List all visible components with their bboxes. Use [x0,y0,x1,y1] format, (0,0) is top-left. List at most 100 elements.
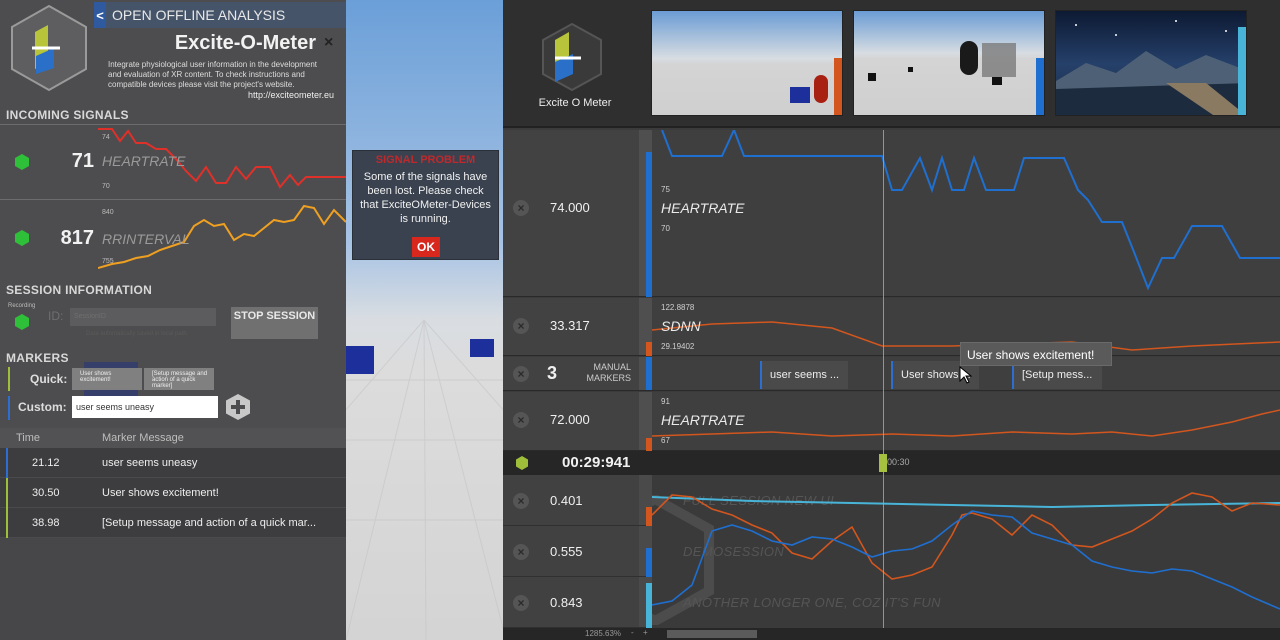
custom-color-bar [8,396,10,420]
thumbnail-progress [834,57,842,115]
app-description: Integrate physiological user information… [108,60,318,89]
row-time: 30.50 [32,487,60,499]
scene-thumbnail[interactable] [1055,10,1247,116]
viewer-logo-label: Excite O Meter [538,97,612,109]
remove-lane-icon[interactable]: × [513,318,529,334]
quick-marker-button[interactable]: User shows excitement! [72,368,142,390]
row-message: [Setup message and action of a quick mar… [102,517,317,529]
lane-tick-high: 122.8878 [661,303,695,312]
table-row[interactable]: 21.12 user seems uneasy [0,448,346,478]
remove-lane-icon[interactable]: × [513,200,529,216]
add-marker-icon[interactable] [226,394,250,420]
heartrate-lane-plot [661,130,1280,291]
session-id-input[interactable]: SessionID [70,308,216,326]
row-color-bar [6,508,8,538]
lane-tick-high: 75 [661,185,670,194]
session-comparison-area: × 0.401 × 0.555 × 0.843 FULL SESSION NEW… [503,475,1280,628]
remove-session-icon[interactable]: × [513,595,529,611]
scene-thumbnail-image [652,11,842,115]
signal-lane-heartrate: × 74.000 75 HEARTRATE 70 [503,130,1280,297]
custom-marker-input[interactable]: user seems uneasy [72,396,218,418]
viewer-header: Excite O Meter [503,0,1280,128]
vr-scene-view: SIGNAL PROBLEM Some of the signals have … [346,0,503,640]
dialog-title: SIGNAL PROBLEM [375,154,476,166]
heartrate-2-lane-plot [652,409,1280,437]
dialog-message: Some of the signals have been lost. Plea… [360,171,491,225]
session-value: 0.843 [550,595,583,610]
lane-tick-low: 67 [661,436,670,445]
remove-session-icon[interactable]: × [513,493,529,509]
marker-chip-text: user seems ... [770,369,840,381]
row-message: user seems uneasy [102,457,198,469]
row-time: 21.12 [32,457,60,469]
session-row[interactable]: × 0.843 [503,577,652,628]
markers-count: 3 [547,363,558,383]
scene-floor-grid [346,319,503,640]
offline-analysis-viewer: Excite O Meter × 74.000 75 HEARTRATE 70 … [503,0,1280,640]
timeline-cursor-label: 00:30 [887,457,910,467]
row-color-bar [6,448,8,478]
excite-o-meter-panel: < OPEN OFFLINE ANALYSIS Excite-O-Meter ×… [0,0,346,640]
thumbnail-progress [1036,57,1044,115]
session-value: 0.401 [550,493,583,508]
recording-status-icon [15,314,29,330]
scene-thumbnail[interactable] [853,10,1045,116]
row-color-bar [6,478,8,508]
session-row[interactable]: × 0.555 [503,526,652,577]
quick-color-bar [8,367,10,391]
viewer-status-bar: 1285.63% - + [503,628,1280,640]
mouse-cursor-icon [959,366,973,384]
session-information-title: SESSION INFORMATION [6,283,153,297]
zoom-level: 1285.63% [585,629,622,638]
session-row[interactable]: × 0.401 [503,475,652,526]
recording-label: Recording [8,303,36,309]
zoom-in-button[interactable]: + [643,628,648,637]
excite-o-meter-logo [542,22,602,92]
marker-color-bar [760,361,762,389]
horizontal-scrollbar[interactable] [667,630,757,638]
signal-problem-dialog: SIGNAL PROBLEM Some of the signals have … [352,150,499,260]
table-row[interactable]: 30.50 User shows excitement! [0,478,346,508]
markers-table-header: Time Marker Message [0,428,346,448]
lane-tick-low: 29.19402 [661,342,695,351]
table-row[interactable]: 38.98 [Setup message and action of a qui… [0,508,346,538]
row-time: 38.98 [32,517,60,529]
project-url-link[interactable]: http://exciteometer.eu [200,90,334,100]
thumbnail-progress [1238,26,1246,115]
play-status-icon[interactable] [515,456,529,470]
signal-name: HEARTRATE [102,153,186,169]
panel-empty-area [0,538,346,640]
lane-name: HEARTRATE [661,412,745,428]
session-id-label: ID: [48,309,64,323]
close-icon[interactable]: × [324,34,333,52]
stop-session-button[interactable]: STOP SESSION [231,307,318,339]
lane-name: HEARTRATE [661,200,745,216]
lane-value: 74.000 [550,200,590,215]
ok-button[interactable]: OK [412,237,440,257]
quick-label: Quick: [30,372,68,386]
playback-timeline[interactable]: 00:29:941 00:30 [503,451,1280,475]
open-offline-analysis-button[interactable]: < OPEN OFFLINE ANALYSIS [94,2,346,28]
marker-tooltip: User shows excitement! [960,342,1112,366]
lane-name: SDNN [661,318,701,334]
signal-name: RRINTERVAL [102,231,190,247]
lane-value: 33.317 [550,318,590,333]
session-id-hint: Data automatically saved in local path. [86,331,189,337]
scene-cube [470,339,494,357]
open-offline-label: OPEN OFFLINE ANALYSIS [112,7,286,23]
markers-lane-label: MANUAL MARKERS [586,362,631,383]
scene-cube [346,346,374,374]
remove-lane-icon[interactable]: × [513,366,529,382]
lane-tick-low: 70 [661,224,670,233]
remove-session-icon[interactable]: × [513,544,529,560]
marker-color-bar [891,361,893,389]
message-column-header: Marker Message [102,432,184,444]
signal-value: 817 [60,227,94,249]
zoom-out-button[interactable]: - [631,628,634,637]
signal-row-rrinterval: 817 840 755 RRINTERVAL [0,199,346,273]
lane-color-bar [646,357,652,390]
remove-lane-icon[interactable]: × [513,412,529,428]
quick-marker-button[interactable]: [Setup message and action of a quick mar… [144,368,214,390]
scene-thumbnail[interactable] [651,10,843,116]
marker-chip[interactable]: user seems ... [760,361,848,389]
